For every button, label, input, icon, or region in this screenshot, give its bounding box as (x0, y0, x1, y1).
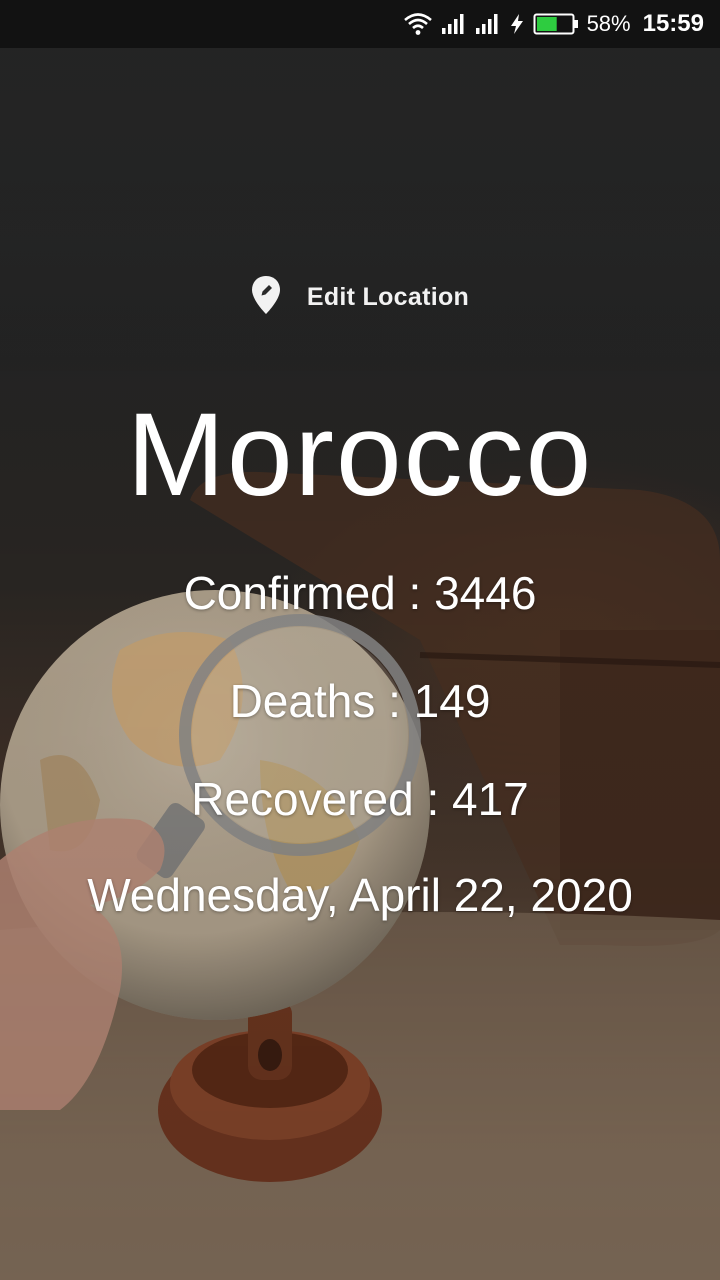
country-name: Morocco (126, 389, 594, 521)
location-pin-edit-icon (251, 275, 281, 320)
battery-percent: 58% (586, 11, 631, 36)
edit-location-button[interactable]: Edit Location (0, 272, 720, 322)
wifi-icon (403, 11, 433, 37)
confirmed-cases: Confirmed : 3446 (183, 567, 537, 619)
clock-time: 15:59 (642, 10, 704, 37)
signal-icon (475, 13, 501, 35)
app-screen: 58% 15:59 Edit Location Morocco Confirme… (0, 0, 720, 1280)
battery-level-fill (536, 17, 557, 31)
death-count: Deaths : 149 (229, 675, 491, 727)
signal-icon (441, 13, 467, 35)
current-date: Wednesday, April 22, 2020 (87, 869, 633, 921)
charging-icon (509, 13, 525, 35)
background-shade (0, 0, 720, 1280)
edit-location-label: Edit Location (306, 282, 470, 311)
status-bar: 58% 15:59 (0, 0, 720, 48)
recovered-count: Recovered : 417 (191, 773, 529, 825)
battery-icon (533, 12, 579, 36)
